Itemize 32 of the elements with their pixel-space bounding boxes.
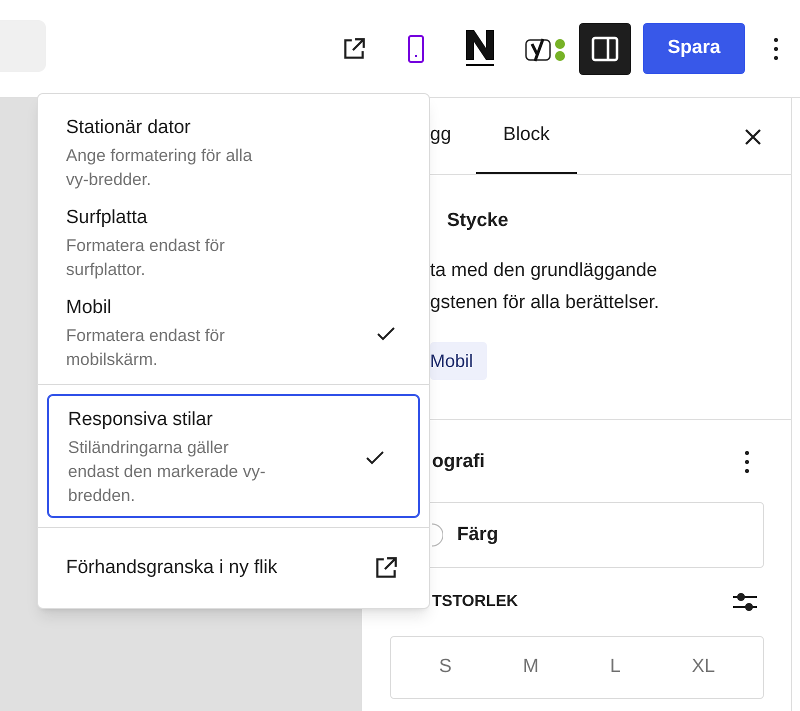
- color-swatch-icon: [431, 523, 443, 547]
- mobile-icon[interactable]: [407, 34, 425, 62]
- sidebar-icon: [591, 36, 619, 62]
- more-options-icon[interactable]: [744, 450, 750, 474]
- letter-n-logo-icon[interactable]: [465, 30, 495, 67]
- menu-item-title: Surfplatta: [66, 206, 148, 230]
- menu-item-description: Formatera endast för surfplattor.: [66, 235, 226, 281]
- more-options-icon[interactable]: [773, 36, 779, 60]
- section-title: ografi: [432, 450, 485, 474]
- sidebar-toggle-button[interactable]: [579, 22, 631, 74]
- menu-item-title: Stationär dator: [66, 116, 192, 140]
- menu-item-description: Ange formatering för alla vy-bredder.: [66, 145, 254, 191]
- save-button[interactable]: Spara: [643, 23, 745, 74]
- font-size-option[interactable]: L: [602, 653, 629, 682]
- block-title: Stycke: [446, 209, 510, 233]
- font-size-option[interactable]: M: [514, 653, 547, 682]
- menu-item-description: Stiländringarna gäller endast den markerade vy- bredden.: [68, 437, 266, 507]
- menu-item[interactable]: Surfplatta Formatera endast för surfplattor.: [38, 202, 429, 282]
- color-label: Färg: [457, 522, 498, 547]
- menu-item[interactable]: Responsiva stilar Stiländringarna gäller endast den markerade vy- bredden.: [47, 394, 420, 518]
- menu-item-title: Responsiva stilar: [68, 408, 214, 432]
- menu-item[interactable]: Mobil Formatera endast för mobilskärm.: [38, 292, 429, 372]
- menu-item-description: Formatera endast för mobilskärm.: [66, 325, 226, 371]
- font-size-option[interactable]: XL: [684, 653, 723, 682]
- sliders-icon[interactable]: [732, 592, 758, 612]
- sidebar-tab[interactable]: Block: [476, 98, 577, 174]
- block-description: ta med den grundläggande gstenen för alla berättelser.: [430, 259, 660, 315]
- font-size-label: TSTORLEK: [432, 592, 518, 612]
- close-icon[interactable]: [744, 128, 762, 146]
- font-size-option[interactable]: S: [431, 653, 460, 682]
- menu-item-title: Mobil: [66, 296, 112, 320]
- device-badge: Mobil: [430, 342, 488, 380]
